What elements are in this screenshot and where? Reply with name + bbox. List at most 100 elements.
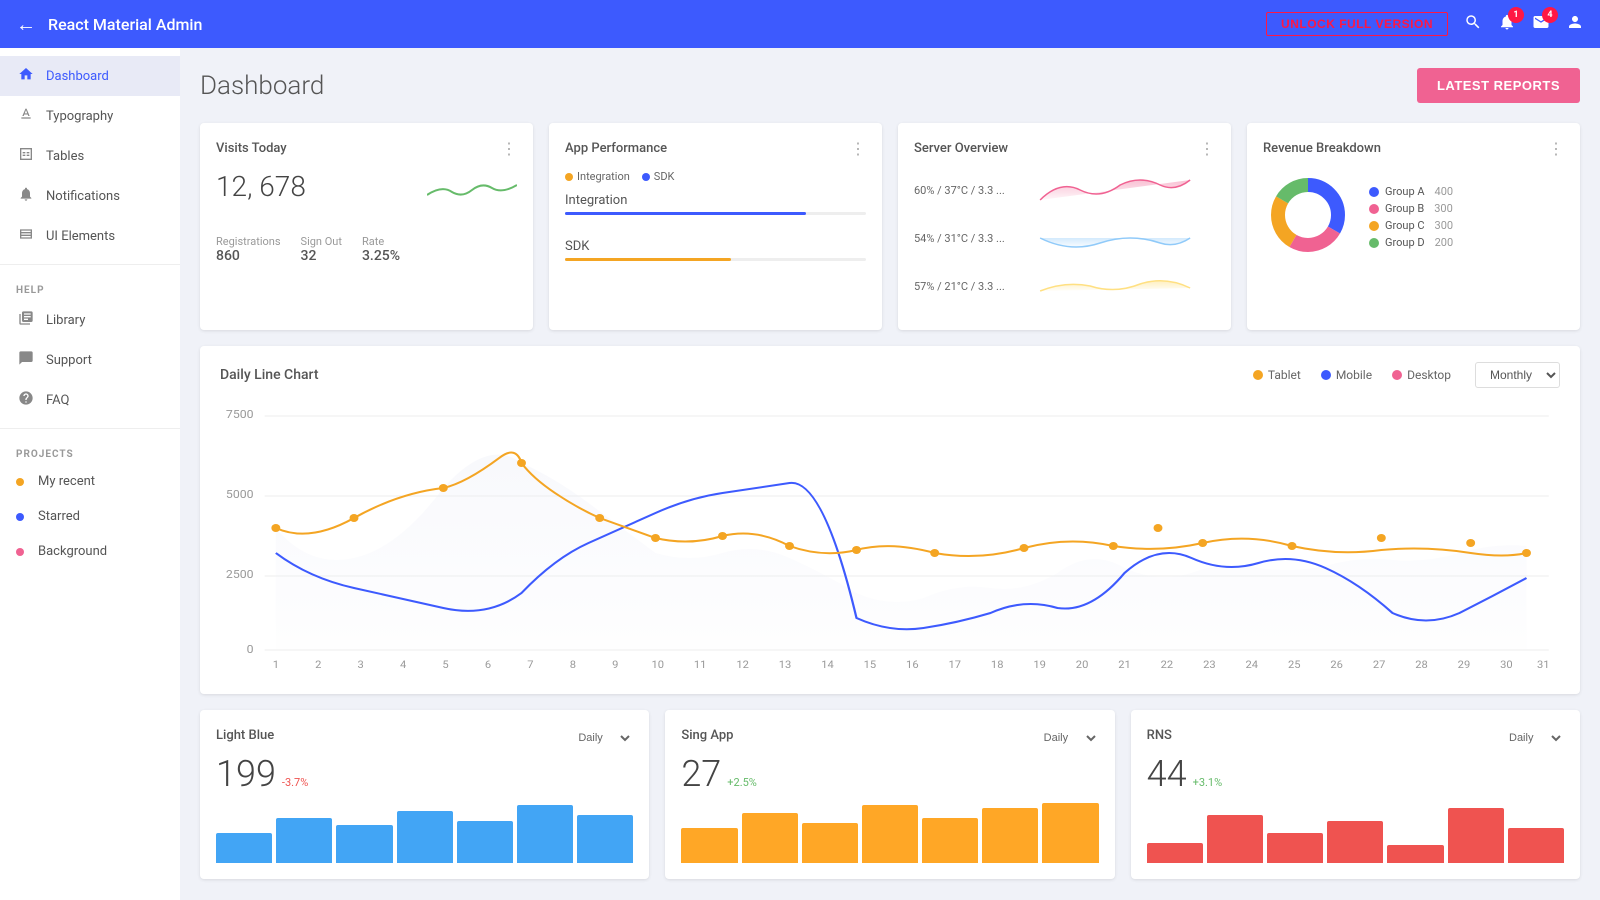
svg-text:25: 25	[1288, 659, 1301, 671]
search-icon[interactable]	[1464, 13, 1482, 36]
sing-app-period-select[interactable]: DailyWeeklyMonthly	[1040, 731, 1099, 745]
server-label-3: 57% / 21°C / 3.3 ...	[914, 280, 1005, 293]
svg-text:2500: 2500	[226, 568, 254, 581]
server-chart-3	[1015, 266, 1215, 306]
sidebar-label-dashboard: Dashboard	[46, 69, 109, 84]
sing-app-header: Sing App DailyWeeklyMonthly	[681, 726, 1098, 745]
line-chart-svg: 7500 5000 2500 0	[220, 398, 1560, 678]
server-row-1: 60% / 37°C / 3.3 ...	[914, 170, 1215, 210]
donut-container: Group A 400 Group B 300 Group C 300	[1263, 170, 1564, 264]
revenue-breakdown-menu[interactable]: ⋮	[1548, 139, 1564, 158]
svg-text:5: 5	[442, 659, 448, 671]
progress-bar-integration-fill	[565, 212, 806, 215]
sidebar-item-notifications[interactable]: Notifications	[0, 176, 180, 216]
svg-text:26: 26	[1330, 659, 1343, 671]
svg-text:6: 6	[485, 659, 491, 671]
bar-1	[681, 828, 737, 863]
bar-5	[457, 821, 513, 863]
sidebar-item-ui-elements[interactable]: UI Elements	[0, 216, 180, 256]
sdk-dot	[642, 173, 650, 181]
line-chart-header: Daily Line Chart Tablet Mobile Desktop	[220, 362, 1560, 388]
legend-sdk: SDK	[642, 170, 675, 183]
svg-text:24: 24	[1246, 659, 1259, 671]
svg-text:29: 29	[1458, 659, 1471, 671]
progress-bar-integration-bg	[565, 212, 866, 215]
notifications-icon[interactable]: 1	[1498, 13, 1516, 36]
svg-text:5000: 5000	[226, 488, 254, 501]
server-label-1: 60% / 37°C / 3.3 ...	[914, 184, 1005, 197]
svg-text:1: 1	[273, 659, 279, 671]
avatar[interactable]	[1566, 13, 1584, 36]
mail-icon[interactable]: 4	[1532, 13, 1550, 36]
light-blue-title: Light Blue	[216, 728, 274, 743]
main-content: Dashboard LATEST REPORTS Visits Today ⋮ …	[180, 48, 1600, 900]
sidebar-item-background[interactable]: Background	[0, 534, 180, 569]
period-select[interactable]: Monthly Weekly Daily	[1475, 362, 1560, 388]
bar-1	[216, 833, 272, 863]
sidebar-item-dashboard[interactable]: Dashboard	[0, 56, 180, 96]
sidebar-item-tables[interactable]: Tables	[0, 136, 180, 176]
sidebar-item-support[interactable]: Support	[0, 340, 180, 380]
sing-app-change: +2.5%	[727, 776, 757, 789]
server-overview-header: Server Overview ⋮	[914, 139, 1215, 158]
topnav-icons: 1 4	[1464, 13, 1584, 36]
unlock-button[interactable]: UNLOCK FULL VERSION	[1266, 12, 1448, 36]
light-blue-header: Light Blue DailyWeeklyMonthly	[216, 726, 633, 745]
svg-text:15: 15	[864, 659, 877, 671]
sing-app-title: Sing App	[681, 728, 733, 743]
rns-bars	[1147, 803, 1564, 863]
sing-app-period: DailyWeeklyMonthly	[1040, 726, 1099, 745]
light-blue-period: DailyWeeklyMonthly	[574, 726, 633, 745]
visits-today-title: Visits Today	[216, 141, 287, 156]
svg-text:28: 28	[1415, 659, 1428, 671]
bar-6	[517, 805, 573, 863]
visits-stat-signout: Sign Out 32	[301, 235, 342, 264]
sidebar-item-starred[interactable]: Starred	[0, 499, 180, 534]
rns-header: RNS DailyWeeklyMonthly	[1147, 726, 1564, 745]
home-icon	[16, 66, 36, 86]
light-blue-number: 199	[216, 753, 276, 795]
svg-text:7500: 7500	[226, 408, 254, 421]
svg-text:14: 14	[821, 659, 834, 671]
latest-reports-button[interactable]: LATEST REPORTS	[1417, 68, 1580, 103]
rns-period-select[interactable]: DailyWeeklyMonthly	[1505, 731, 1564, 745]
sidebar-label-tables: Tables	[46, 149, 84, 164]
sidebar-item-my-recent[interactable]: My recent	[0, 464, 180, 499]
sidebar-label-ui-elements: UI Elements	[46, 229, 115, 244]
bar-4	[1327, 821, 1383, 863]
app-performance-menu[interactable]: ⋮	[850, 139, 866, 158]
starred-dot	[16, 513, 24, 521]
visits-stats: Registrations 860 Sign Out 32 Rate 3.25%	[216, 235, 517, 264]
progress-integration: Integration	[565, 193, 866, 215]
visits-stat-rate: Rate 3.25%	[362, 235, 400, 264]
svg-text:17: 17	[949, 659, 962, 671]
bar-5	[922, 818, 978, 863]
group-c-dot	[1369, 221, 1379, 231]
server-overview-menu[interactable]: ⋮	[1199, 139, 1215, 158]
svg-text:20: 20	[1076, 659, 1089, 671]
sidebar-item-library[interactable]: Library	[0, 300, 180, 340]
tables-icon	[16, 146, 36, 166]
group-d-dot	[1369, 238, 1379, 248]
svg-text:16: 16	[906, 659, 919, 671]
bar-4	[862, 805, 918, 863]
line-chart-title: Daily Line Chart	[220, 367, 318, 383]
sidebar-item-typography[interactable]: Typography	[0, 96, 180, 136]
sidebar-item-faq[interactable]: FAQ	[0, 380, 180, 420]
legend-group-c: Group C 300	[1369, 219, 1453, 232]
sidebar: Dashboard Typography Tables Notification…	[0, 48, 180, 900]
light-blue-card: Light Blue DailyWeeklyMonthly 199 -3.7%	[200, 710, 649, 879]
sidebar-label-starred: Starred	[38, 509, 80, 524]
progress-sdk: SDK	[565, 239, 866, 261]
visits-today-menu[interactable]: ⋮	[501, 139, 517, 158]
back-button[interactable]: ←	[16, 12, 36, 37]
sidebar-label-background: Background	[38, 544, 107, 559]
sidebar-divider-1	[0, 264, 180, 265]
bar-3	[802, 823, 858, 863]
light-blue-period-select[interactable]: DailyWeeklyMonthly	[574, 731, 633, 745]
bar-7	[577, 815, 633, 863]
bar-7	[1508, 828, 1564, 863]
typography-icon	[16, 106, 36, 126]
bar-6	[1448, 808, 1504, 863]
sidebar-divider-2	[0, 428, 180, 429]
